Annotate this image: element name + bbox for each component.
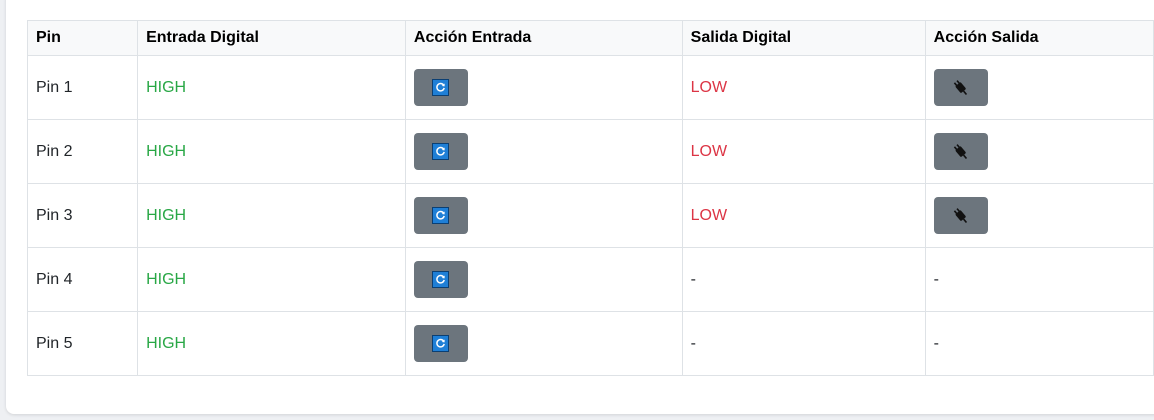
output-state-cell: LOW — [681, 55, 926, 120]
output-state-cell: - — [681, 247, 926, 312]
header-salida-digital: Salida Digital — [681, 20, 926, 56]
pin-cell: Pin 2 — [26, 119, 139, 184]
input-state-cell: HIGH — [137, 183, 406, 248]
table-row: Pin 1 HIGH LOW — [26, 55, 1154, 120]
refresh-icon — [432, 143, 450, 160]
header-accion-salida: Acción Salida — [924, 20, 1154, 56]
refresh-icon — [432, 79, 450, 96]
pin-cell: Pin 1 — [26, 55, 139, 120]
output-action-cell: - — [924, 247, 1154, 312]
pins-table: Pin Entrada Digital Acción Entrada Salid… — [26, 20, 1154, 376]
plug-icon — [951, 142, 971, 162]
pin-cell: Pin 5 — [26, 311, 139, 376]
toggle-output-button[interactable] — [933, 197, 988, 234]
header-pin: Pin — [26, 20, 139, 56]
output-state-cell: LOW — [681, 119, 926, 184]
refresh-icon — [432, 207, 450, 224]
output-action-placeholder: - — [933, 334, 939, 352]
input-action-cell — [404, 311, 683, 376]
output-action-placeholder: - — [933, 270, 939, 288]
table-row: Pin 5 HIGH - - — [26, 311, 1154, 376]
plug-icon — [951, 78, 971, 98]
input-state-cell: HIGH — [137, 119, 406, 184]
table-row: Pin 4 HIGH - - — [26, 247, 1154, 312]
input-state-cell: HIGH — [137, 55, 406, 120]
table-row: Pin 3 HIGH LOW — [26, 183, 1154, 248]
output-action-cell — [924, 119, 1154, 184]
input-state-cell: HIGH — [137, 311, 406, 376]
output-action-cell — [924, 183, 1154, 248]
output-state-cell: LOW — [681, 183, 926, 248]
table-row: Pin 2 HIGH LOW — [26, 119, 1154, 184]
pin-cell: Pin 4 — [26, 247, 139, 312]
output-state-cell: - — [681, 311, 926, 376]
refresh-input-button[interactable] — [413, 325, 468, 362]
input-state-cell: HIGH — [137, 247, 406, 312]
table-header-row: Pin Entrada Digital Acción Entrada Salid… — [26, 20, 1154, 56]
refresh-input-button[interactable] — [413, 197, 468, 234]
header-accion-entrada: Acción Entrada — [404, 20, 683, 56]
table-body: Pin 1 HIGH LOW Pin 2 HIGH LOW Pin 3 HIGH LOW Pin … — [26, 55, 1154, 376]
refresh-input-button[interactable] — [413, 133, 468, 170]
refresh-icon — [432, 271, 450, 288]
input-action-cell — [404, 55, 683, 120]
input-action-cell — [404, 247, 683, 312]
output-action-cell: - — [924, 311, 1154, 376]
refresh-icon — [432, 335, 450, 352]
input-action-cell — [404, 183, 683, 248]
toggle-output-button[interactable] — [933, 133, 988, 170]
refresh-input-button[interactable] — [413, 261, 468, 298]
header-entrada-digital: Entrada Digital — [137, 20, 406, 56]
output-action-cell — [924, 55, 1154, 120]
pin-cell: Pin 3 — [26, 183, 139, 248]
toggle-output-button[interactable] — [933, 69, 988, 106]
refresh-input-button[interactable] — [413, 69, 468, 106]
plug-icon — [951, 206, 971, 226]
input-action-cell — [404, 119, 683, 184]
